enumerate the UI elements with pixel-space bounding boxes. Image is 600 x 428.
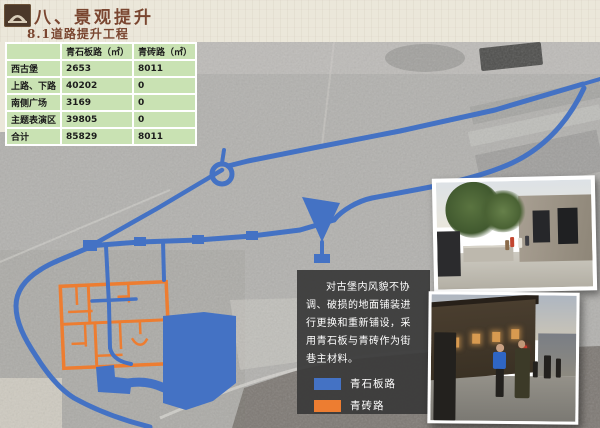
legend-item-stone: 青石板路 [314,376,421,391]
table-row: 上路、下路 40202 0 [6,77,196,94]
table-row: 南侧广场 3169 0 [6,94,196,111]
table-cell: 青砖路（㎡） [133,43,196,60]
legend-item-brick: 青砖路 [314,398,421,413]
road-area-table: 青石板路（㎡） 青砖路（㎡） 西古堡 2653 8011 上路、下路 40202… [5,42,197,146]
table-cell: 合计 [6,128,61,145]
table-header-row: 青石板路（㎡） 青砖路（㎡） [6,43,196,60]
table-cell: 2653 [61,60,133,77]
info-box: 对古堡内风貌不协调、破损的地面铺装进行更换和重新铺设，采用青石板与青砖作为街巷主… [297,270,430,414]
table-row: 主题表演区 39805 0 [6,111,196,128]
table-cell: 8011 [133,60,196,77]
photo-street-dusk [427,291,579,425]
table-cell: 85829 [61,128,133,145]
info-text: 对古堡内风貌不协调、破损的地面铺装进行更换和重新铺设，采用青石板与青砖作为街巷主… [306,279,421,369]
table-row: 合计 85829 8011 [6,128,196,145]
table-cell: 0 [133,77,196,94]
table-cell: 0 [133,94,196,111]
legend-label: 青砖路 [350,398,385,413]
table-cell: 上路、下路 [6,77,61,94]
table-cell: 40202 [61,77,133,94]
table-cell: 8011 [133,128,196,145]
table-cell: 主题表演区 [6,111,61,128]
photo-street-day [432,175,597,293]
table-cell: 西古堡 [6,60,61,77]
legend-label: 青石板路 [350,376,396,391]
table-cell: 青石板路（㎡） [61,43,133,60]
table-cell: 3169 [61,94,133,111]
table-cell: 0 [133,111,196,128]
table-row: 西古堡 2653 8011 [6,60,196,77]
table-cell [6,43,61,60]
table-cell: 南侧广场 [6,94,61,111]
table-cell: 39805 [61,111,133,128]
map-legend: 青石板路 青砖路 [306,376,421,413]
legend-swatch-stone [314,378,341,390]
legend-swatch-brick [314,400,341,412]
